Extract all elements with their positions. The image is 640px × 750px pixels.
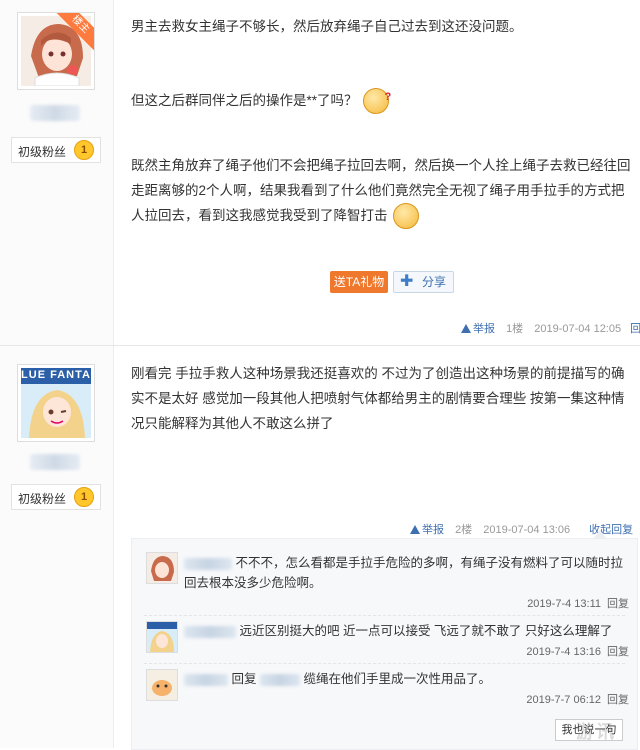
report-link[interactable]: 举报 [410, 524, 444, 536]
reply-username-redacted[interactable] [184, 557, 232, 570]
dizzy-emoji-icon [393, 203, 420, 230]
username-redacted[interactable] [30, 105, 80, 121]
sub-replies-panel: 不不不，怎么看都是手拉手危险的多啊，有绳子没有燃料了可以随时拉回去根本没多少危险… [131, 538, 638, 750]
reply-avatar[interactable] [146, 669, 178, 701]
level-star-icon: 1 [74, 487, 94, 507]
post-meta-1: 举报 1楼 2019-07-04 12:05 回复 [461, 320, 640, 336]
reply-divider [144, 663, 625, 665]
reply-meta: 2019-7-4 13:16 回复 [526, 643, 629, 659]
reply-item: 回复 缆绳在他们手里成一次性用品了。 [184, 669, 624, 689]
author-avatar[interactable]: LUE FANTA [17, 364, 95, 442]
reply-meta: 2019-7-7 06:12 回复 [526, 691, 629, 707]
post-text-3-body: 既然主角放弃了绳子他们不会把绳子拉回去啊，然后换一个人拴上绳子去救已经往回走距离… [131, 158, 631, 223]
reply-avatar[interactable] [146, 621, 178, 653]
report-icon [461, 324, 471, 333]
send-gift-button[interactable]: 送TA礼物 [330, 271, 388, 293]
author-panel: 楼主 初级粉丝 1 [0, 0, 114, 345]
reply-time: 2019-7-4 13:11 [527, 598, 601, 610]
replies-pointer [594, 530, 606, 538]
avatar-caption: LUE FANTA [21, 369, 91, 381]
mentioned-username-redacted[interactable] [259, 673, 300, 686]
username-redacted[interactable] [30, 454, 80, 470]
reply-meta: 2019-7-4 13:11 回复 [527, 595, 629, 611]
reply-text: 缆绳在他们手里成一次性用品了。 [303, 672, 491, 686]
reply-divider [144, 615, 625, 617]
confused-emoji-icon: ? [363, 88, 391, 115]
post-text-2: 但这之后群同伴之后的操作是**了吗？ ? [131, 88, 636, 115]
report-icon [410, 525, 420, 534]
report-label: 举报 [422, 524, 444, 536]
reply-item: 不不不，怎么看都是手拉手危险的多啊，有绳子没有燃料了可以随时拉回去根本没多少危险… [184, 553, 624, 593]
reply-text: 远近区别挺大的吧 近一点可以接受 飞远了就不敢了 只好这么理解了 [239, 624, 613, 638]
post-time: 2019-07-04 13:06 [483, 524, 571, 536]
reply-username-redacted[interactable] [184, 673, 228, 686]
reply-item: 远近区别挺大的吧 近一点可以接受 飞远了就不敢了 只好这么理解了 [184, 621, 624, 641]
reply-username-redacted[interactable] [184, 625, 236, 638]
reply-link[interactable]: 回复 [607, 646, 629, 658]
post-text-1: 男主去救女主绳子不够长，然后放弃绳子自己过去到这还没问题。 [131, 19, 523, 34]
watermark: 游讯 [576, 722, 616, 742]
level-label: 初级粉丝 [18, 145, 67, 159]
level-badge[interactable]: 初级粉丝 1 [11, 484, 101, 510]
reply-link[interactable]: 回复 [607, 694, 629, 706]
post-floor-1: 楼主 初级粉丝 1 男主去救女主绳子不够长，然后放弃绳子自己过去到这还没问题。 … [0, 0, 640, 345]
share-button[interactable]: ✚ 分享 [393, 271, 454, 293]
post-time: 2019-07-04 12:05 [534, 323, 622, 335]
share-label: 分享 [422, 275, 447, 289]
reply-time: 2019-7-7 06:12 [526, 694, 601, 706]
reply-link[interactable]: 回复 [607, 598, 629, 610]
level-label: 初级粉丝 [18, 492, 67, 506]
author-panel: LUE FANTA 初级粉丝 1 [0, 346, 114, 748]
author-avatar[interactable]: 楼主 [17, 12, 95, 90]
reply-prefix: 回复 [231, 672, 257, 686]
report-label: 举报 [473, 323, 495, 335]
level-badge[interactable]: 初级粉丝 1 [11, 137, 101, 163]
floor-number: 2楼 [455, 524, 473, 536]
reply-avatar[interactable] [146, 552, 178, 584]
post-text-3: 既然主角放弃了绳子他们不会把绳子拉回去啊，然后换一个人拴上绳子去救已经往回走距离… [131, 153, 636, 230]
report-link[interactable]: 举报 [461, 323, 495, 335]
level-star-icon: 1 [74, 140, 94, 160]
reply-time: 2019-7-4 13:16 [526, 646, 601, 658]
floor-number: 1楼 [506, 323, 524, 335]
reply-link[interactable]: 回复 [630, 323, 640, 335]
post-text-2-body: 但这之后群同伴之后的操作是**了吗？ [131, 93, 358, 108]
post-text: 刚看完 手拉手救人这种场景我还挺喜欢的 不过为了创造出这种场景的前提描写的确实不… [131, 366, 625, 431]
reply-text: 不不不，怎么看都是手拉手危险的多啊，有绳子没有燃料了可以随时拉回去根本没多少危险… [184, 556, 623, 590]
share-icon: ✚ [400, 273, 414, 290]
